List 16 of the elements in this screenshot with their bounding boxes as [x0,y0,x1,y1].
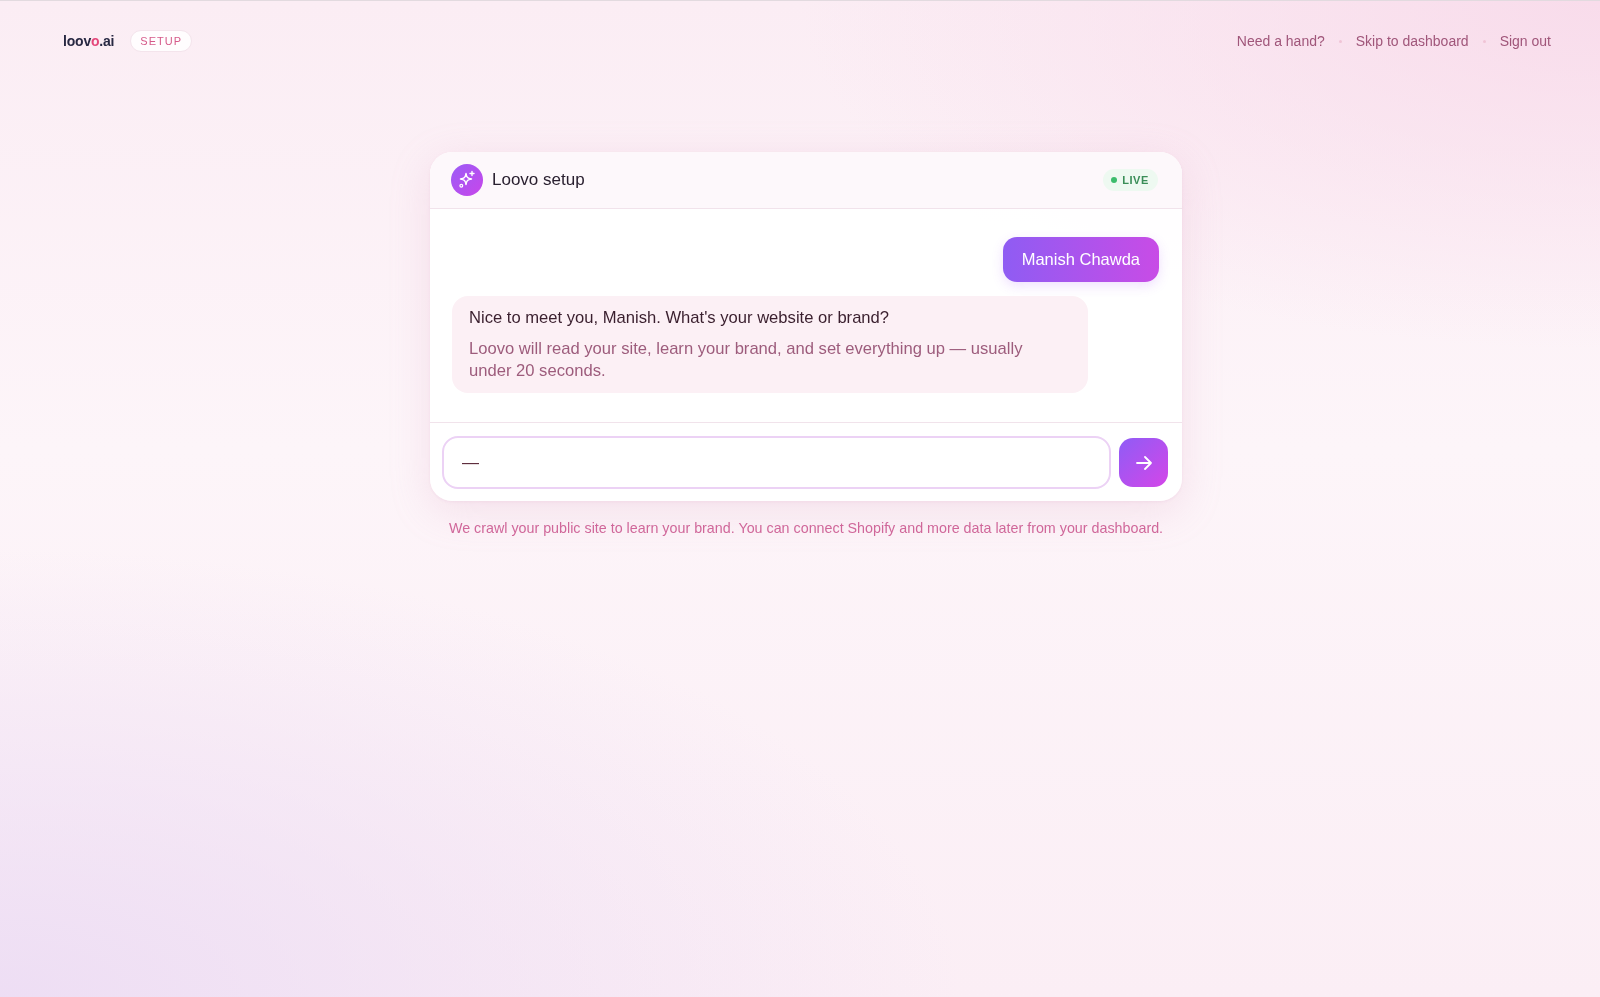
nav-link[interactable]: Sign out [1499,33,1551,49]
chat-title: Loovo setup [492,170,585,190]
message-text: Nice to meet you, Manish. What's your website or brand? [469,307,891,329]
nav-link[interactable]: Skip to dashboard [1355,33,1469,49]
footnote-text: We crawl your public site to learn your brand. You can connect Shopify and more data later from your dashboard. [448,519,1164,538]
send-button[interactable] [1119,438,1168,487]
message-input[interactable]: — [442,436,1111,489]
logo-wordmark: loovo.ai [63,33,115,49]
step-badge: SETUP [130,30,192,52]
status-dot-icon [1111,177,1118,183]
status-label: LIVE [1122,174,1149,186]
message-note: Loovo will read your site, learn your brand, and set everything up — usually under 20 seconds. [469,338,1024,382]
arrow-right-icon [1135,455,1152,470]
nav-link[interactable]: Need a hand? [1236,33,1325,49]
sparkle-icon [451,164,483,196]
user-message: Manish Chawda [1002,237,1159,282]
